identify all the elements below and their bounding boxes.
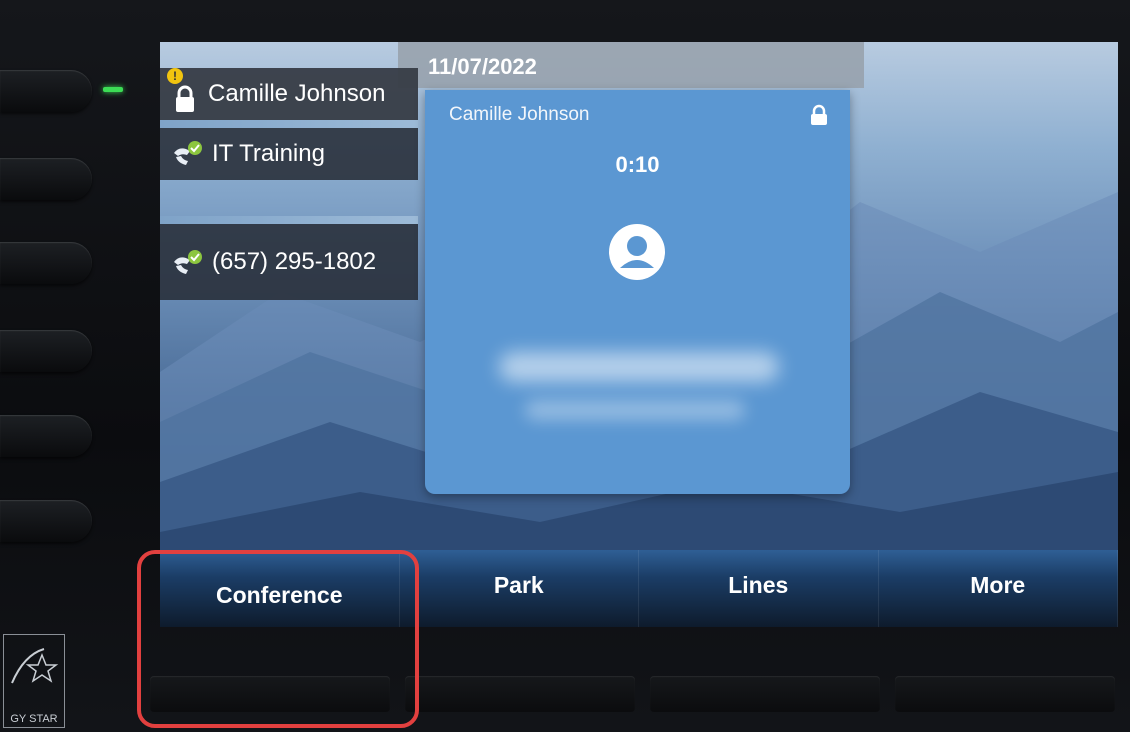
softkey-lines[interactable]: Lines <box>639 550 879 627</box>
line-tab-camille[interactable]: ! Camille Johnson <box>160 68 418 120</box>
energy-star-icon <box>11 648 59 684</box>
active-call-card[interactable]: Camille Johnson 0:10 <box>425 90 850 494</box>
softkey-park[interactable]: Park <box>400 550 639 627</box>
hw-softkey-2[interactable] <box>405 676 635 712</box>
softkey-more[interactable]: More <box>879 550 1118 627</box>
hw-softkey-4[interactable] <box>895 676 1115 712</box>
phone-check-icon <box>174 141 202 165</box>
tab-divider <box>160 120 418 128</box>
blurred-caller-name <box>499 352 779 382</box>
energy-star-label: GY STAR <box>10 713 58 725</box>
lock-icon <box>811 104 827 125</box>
call-timer: 0:10 <box>615 152 660 177</box>
line-label: IT Training <box>212 140 325 167</box>
line-label: Camille Johnson <box>208 80 386 107</box>
user-avatar-icon <box>609 224 665 280</box>
highlight-box <box>137 550 419 728</box>
line-label: (657) 295-1802 <box>212 248 377 275</box>
phone-bezel: GY STAR 11/07/2022 ! Camille Johnson IT … <box>0 0 1130 732</box>
hw-softkey-3[interactable] <box>650 676 880 712</box>
line-key-5[interactable] <box>0 415 92 457</box>
lock-icon <box>176 85 194 112</box>
phone-screen: 11/07/2022 ! Camille Johnson IT Training <box>160 42 1118 627</box>
caller-name: Camille Johnson <box>449 104 590 125</box>
line-status-led <box>103 87 123 92</box>
line-tab-phone-number[interactable]: (657) 295-1802 <box>160 224 418 300</box>
phone-check-icon <box>174 250 202 274</box>
line-key-4[interactable] <box>0 330 92 372</box>
blurred-caller-number <box>525 400 745 420</box>
alert-icon: ! <box>167 68 183 84</box>
line-key-6[interactable] <box>0 500 92 542</box>
line-key-3[interactable] <box>0 242 92 284</box>
line-tab-it-training[interactable]: IT Training <box>160 128 418 180</box>
energy-star-logo: GY STAR <box>3 634 65 728</box>
status-date: 11/07/2022 <box>428 54 537 79</box>
tab-divider <box>160 216 418 224</box>
line-key-2[interactable] <box>0 158 92 200</box>
line-key-1[interactable] <box>0 70 92 112</box>
